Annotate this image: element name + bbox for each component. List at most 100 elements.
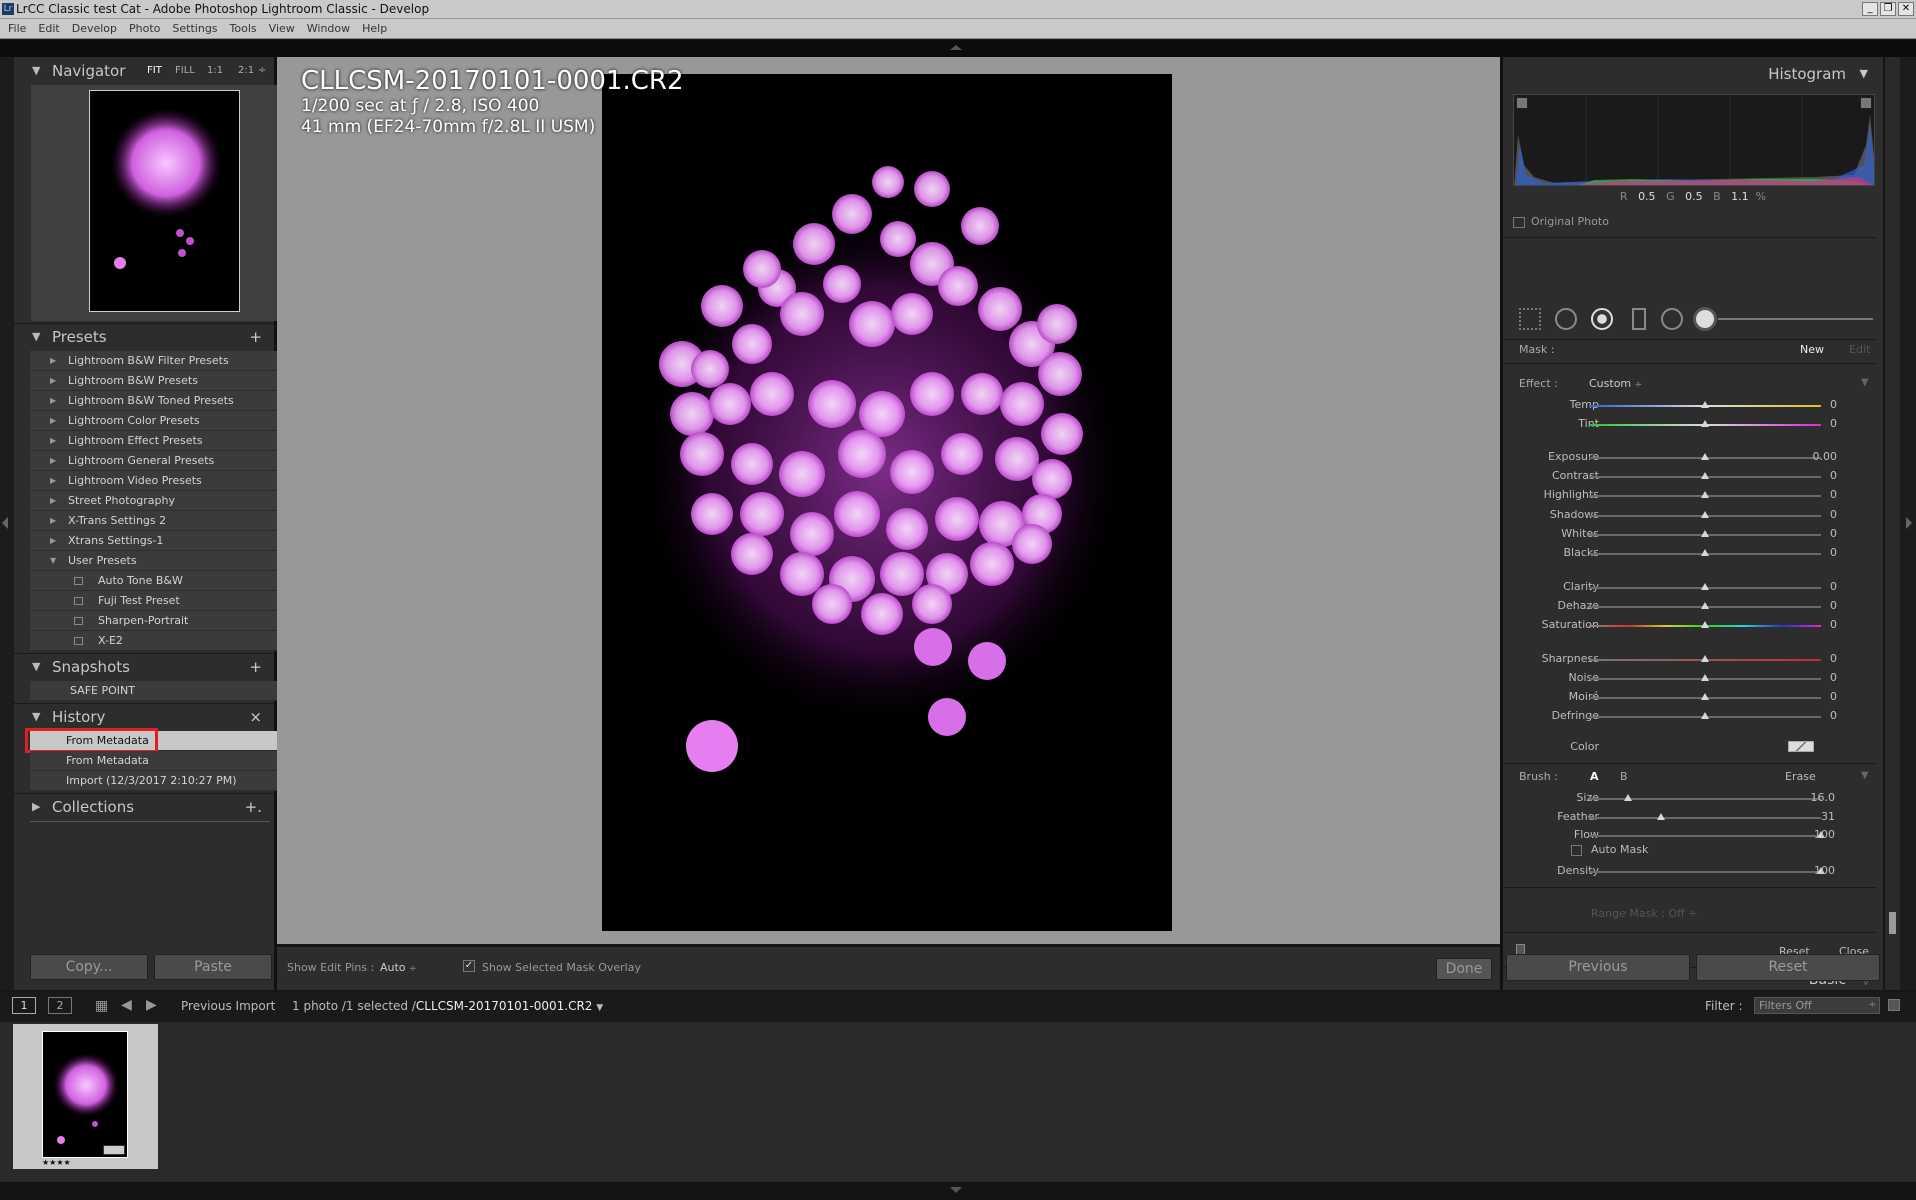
navigator-thumbnail[interactable] — [89, 90, 240, 312]
user-preset-item[interactable]: Fuji Test Preset — [30, 591, 284, 611]
brush-a-button[interactable]: A — [1590, 770, 1599, 783]
collections-header[interactable]: ▶ Collections +. — [14, 793, 274, 821]
slider-handle[interactable] — [1701, 602, 1709, 609]
filmstrip-thumbnail[interactable] — [42, 1031, 128, 1158]
slider-value[interactable]: 0 — [1797, 508, 1837, 522]
slider-value[interactable]: 0 — [1797, 469, 1837, 483]
filter-lock-icon[interactable] — [1888, 999, 1900, 1011]
collapse-top-panel-icon[interactable] — [950, 45, 962, 50]
slider-value[interactable]: 0 — [1797, 671, 1837, 685]
filter-select[interactable]: Filters Off ÷ — [1754, 997, 1880, 1014]
menu-photo[interactable]: Photo — [123, 19, 166, 38]
slider-handle[interactable] — [1701, 712, 1709, 719]
done-button[interactable]: Done — [1436, 958, 1492, 980]
slider-value[interactable]: 0 — [1797, 580, 1837, 594]
color-swatch[interactable] — [1788, 741, 1814, 752]
main-photo[interactable] — [602, 74, 1172, 931]
zoom-menu-arrow[interactable]: ÷ — [258, 57, 266, 85]
slider-track[interactable] — [1589, 817, 1821, 819]
slider-value[interactable]: 0 — [1797, 618, 1837, 632]
red-eye-tool-icon[interactable] — [1591, 308, 1613, 330]
slider-handle[interactable] — [1701, 401, 1709, 408]
mask-edit-button[interactable]: Edit — [1849, 343, 1870, 356]
loupe-view[interactable]: CLLCSM-20170101-0001.CR2 1/200 sec at ƒ … — [277, 57, 1500, 944]
back-arrow-icon[interactable]: ◀ — [121, 997, 132, 1013]
slider-handle[interactable] — [1701, 530, 1709, 537]
grid-view-icon[interactable]: ▦ — [95, 998, 108, 1014]
slider-handle[interactable] — [1701, 655, 1709, 662]
slider-value[interactable]: 0 — [1797, 709, 1837, 723]
slider-handle[interactable] — [1656, 813, 1665, 820]
collapse-filmstrip-icon[interactable] — [950, 1187, 962, 1193]
zoom-1-1[interactable]: 1:1 — [207, 57, 223, 85]
user-preset-item[interactable]: Auto Tone B&W — [30, 571, 284, 591]
previous-button[interactable]: Previous — [1506, 954, 1690, 981]
close-window-icon[interactable]: ✕ — [1898, 2, 1914, 16]
preset-folder[interactable]: ▶ X-Trans Settings 2 — [30, 511, 284, 531]
clear-history-icon[interactable]: × — [249, 703, 262, 731]
menu-window[interactable]: Window — [301, 19, 356, 38]
slider-value[interactable]: 0 — [1797, 546, 1837, 560]
slider-handle[interactable] — [1701, 674, 1709, 681]
slider-handle[interactable] — [1701, 583, 1709, 590]
slider-handle[interactable] — [1701, 491, 1709, 498]
shadow-clipping-icon[interactable] — [1516, 97, 1528, 109]
histogram-header[interactable]: Histogram ▼ — [1503, 60, 1876, 88]
slider-value[interactable]: 0.00 — [1797, 450, 1838, 464]
zoom-fit[interactable]: FIT — [147, 57, 162, 85]
user-preset-item[interactable]: Sharpen-Portrait — [30, 611, 284, 631]
second-window-button[interactable]: 2 — [48, 997, 72, 1014]
slider-value[interactable]: 0 — [1797, 398, 1837, 412]
slider-value[interactable]: 0 — [1797, 652, 1837, 666]
crop-overlay-tool-icon[interactable] — [1519, 308, 1541, 330]
preset-folder[interactable]: ▼ User Presets — [30, 551, 284, 571]
menu-file[interactable]: File — [2, 19, 32, 38]
slider-handle[interactable] — [1624, 794, 1633, 801]
auto-mask-checkbox[interactable] — [1571, 845, 1582, 856]
brush-erase-button[interactable]: Erase — [1785, 770, 1816, 783]
slider-value[interactable]: 0 — [1797, 488, 1837, 502]
slider-handle[interactable] — [1701, 621, 1709, 628]
radial-filter-tool-icon[interactable] — [1661, 308, 1683, 330]
edit-pins-select[interactable]: Auto ÷ — [380, 961, 417, 974]
snapshots-header[interactable]: ▼ Snapshots + — [14, 653, 274, 681]
preset-folder[interactable]: ▶ Lightroom Effect Presets — [30, 431, 284, 451]
slider-value[interactable]: 0 — [1797, 527, 1837, 541]
mask-overlay-checkbox[interactable]: ✓ — [463, 960, 475, 972]
main-window-button[interactable]: 1 — [12, 997, 36, 1014]
filmstrip-thumbnail-cell[interactable]: ★★★★ — [13, 1024, 158, 1169]
source-label[interactable]: Previous Import — [181, 999, 275, 1013]
menu-tools[interactable]: Tools — [224, 19, 263, 38]
slider-value[interactable]: 100 — [1795, 864, 1835, 878]
preset-folder[interactable]: ▶ Lightroom General Presets — [30, 451, 284, 471]
preset-folder[interactable]: ▶ Street Photography — [30, 491, 284, 511]
navigator-header[interactable]: ▼ Navigator FIT FILL 1:1 2:1 ÷ — [14, 57, 274, 85]
effect-select[interactable]: Custom ÷ — [1589, 377, 1642, 390]
presets-header[interactable]: ▼ Presets + — [14, 323, 274, 351]
add-collection-icon[interactable]: +. — [245, 793, 262, 821]
history-header[interactable]: ▼ History × — [14, 703, 274, 731]
range-mask-select[interactable]: Range Mask : Off ÷ — [1591, 907, 1697, 920]
add-preset-icon[interactable]: + — [249, 323, 262, 351]
slider-value[interactable]: 31 — [1795, 810, 1835, 824]
forward-arrow-icon[interactable]: ▶ — [146, 997, 157, 1013]
slider-track[interactable] — [1589, 871, 1821, 873]
menu-develop[interactable]: Develop — [66, 19, 123, 38]
add-snapshot-icon[interactable]: + — [249, 653, 262, 681]
slider-handle[interactable] — [1701, 420, 1709, 427]
menu-view[interactable]: View — [263, 19, 301, 38]
copy-button[interactable]: Copy... — [30, 954, 148, 980]
slider-value[interactable]: 0 — [1797, 417, 1837, 431]
slider-value[interactable]: 100 — [1795, 828, 1835, 842]
graduated-filter-tool-icon[interactable] — [1632, 308, 1646, 330]
restore-icon[interactable]: ❐ — [1880, 2, 1896, 16]
reset-button[interactable]: Reset — [1696, 954, 1880, 981]
snapshot-item[interactable]: SAFE POINT — [30, 681, 284, 701]
mask-new-button[interactable]: New — [1800, 343, 1824, 356]
slider-handle[interactable] — [1701, 511, 1709, 518]
slider-track[interactable] — [1589, 835, 1821, 837]
slider-handle[interactable] — [1701, 453, 1709, 460]
spot-removal-tool-icon[interactable] — [1555, 308, 1577, 330]
menu-edit[interactable]: Edit — [32, 19, 65, 38]
effect-collapse-icon[interactable]: ▼ — [1861, 377, 1869, 388]
